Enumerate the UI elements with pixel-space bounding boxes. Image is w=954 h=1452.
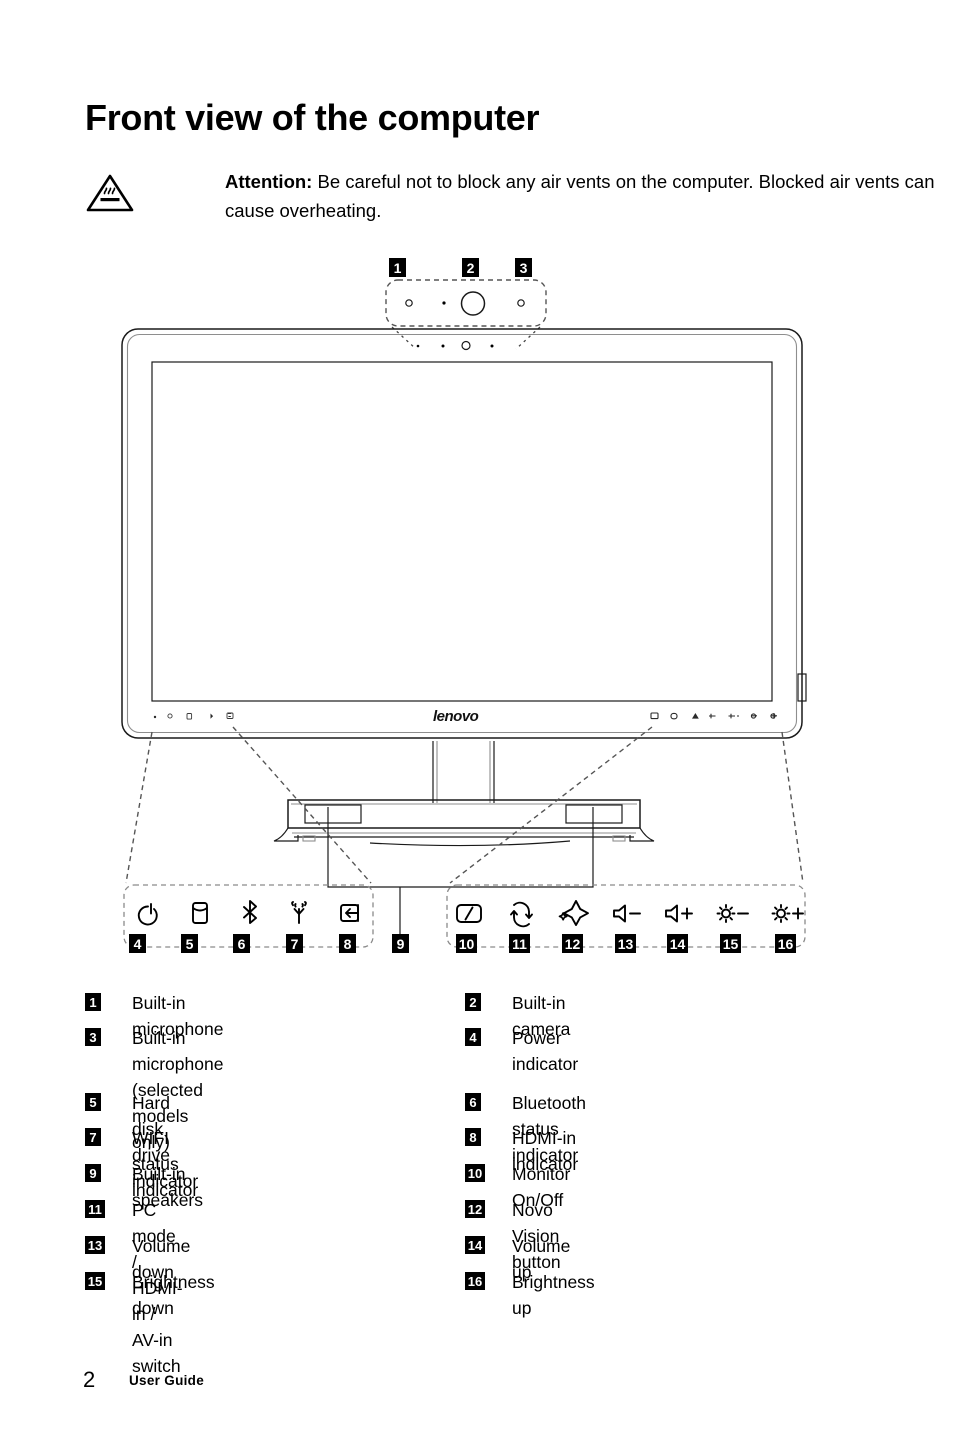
monitor-on-off-icon [456,904,482,923]
legend-badge-8: 8 [465,1128,481,1146]
volume-up-icon [665,904,693,923]
callout-badge-5: 5 [181,934,198,953]
microphone-hole-left [405,299,413,307]
legend-label-16: Brightness up [512,1272,595,1318]
legend-badge-10: 10 [465,1164,485,1182]
callout-badge-8: 8 [339,934,356,953]
legend-badge-13: 13 [85,1236,105,1254]
bezel-control-icons-right [650,712,777,720]
legend-badge-6: 6 [465,1093,481,1111]
callout-badge-9: 9 [392,934,409,953]
hdmi-in-icon [340,904,359,922]
bezel-indicator-icons-left [153,712,234,720]
callout-badge-3: 3 [515,258,532,277]
hard-disk-icon [192,902,208,924]
input-switch-icon [510,901,533,928]
volume-down-icon [613,904,641,923]
legend-badge-9: 9 [85,1164,101,1182]
legend-badge-2: 2 [465,993,481,1011]
sensor-dot [442,301,446,305]
display-screen [151,361,773,702]
brightness-down-icon [716,904,749,923]
lenovo-logo: lenovo [433,708,479,725]
attention-label: Attention: [225,171,313,192]
camera-lens-small [461,340,471,351]
legend-badge-4: 4 [465,1028,481,1046]
built-in-camera-lens [460,291,486,316]
callout-badge-1: 1 [389,258,406,277]
monitor-body: lenovo [121,328,807,739]
microphone-hole-right [517,299,525,307]
legend-badge-11: 11 [85,1200,105,1218]
legend-badge-12: 12 [465,1200,485,1218]
manual-page: Front view of the computer Attention: Be… [0,0,954,1452]
callout-badge-16: 16 [775,934,796,953]
legend-badge-15: 15 [85,1272,105,1290]
monitor-stand-neck [432,741,495,803]
callout-badge-12: 12 [562,934,583,953]
built-in-speaker-left [304,804,362,824]
legend-badge-16: 16 [465,1272,485,1290]
built-in-speaker-right [565,804,623,824]
callout-badge-13: 13 [615,934,636,953]
legend-label-15: Brightness down [132,1272,215,1318]
page-number: 2 [83,1367,96,1392]
bluetooth-icon [243,900,257,924]
callout-badge-10: 10 [456,934,477,953]
callout-badge-6: 6 [233,934,250,953]
legend-badge-7: 7 [85,1128,101,1146]
hot-surface-warning-icon [86,174,134,212]
page-title: Front view of the computer [85,97,540,138]
computer-front-view-illustration: .ln { fill:none; stroke:#1a1a1a; stroke-… [0,245,954,965]
legend-label-4: Power indicator [512,1028,579,1074]
brightness-up-icon [771,904,804,923]
novo-vision-sparkle-icon [558,900,589,926]
attention-body: Be careful not to block any air vents on… [225,171,935,221]
callout-badge-4: 4 [129,934,146,953]
svg-text:lenovo: lenovo [433,708,479,725]
legend-badge-14: 14 [465,1236,485,1254]
callout-badge-14: 14 [667,934,688,953]
power-icon [137,903,158,926]
callout-badge-2: 2 [462,258,479,277]
attention-text: Attention: Be careful not to block any a… [225,167,954,225]
wifi-icon [291,901,307,924]
guide-label: User Guide [129,1373,205,1388]
camera-detail-callout [385,279,547,327]
legend-badge-3: 3 [85,1028,101,1046]
callout-badge-11: 11 [509,934,530,953]
callout-badge-7: 7 [286,934,303,953]
callout-badge-15: 15 [720,934,741,953]
legend-badge-1: 1 [85,993,101,1011]
legend-badge-5: 5 [85,1093,101,1111]
